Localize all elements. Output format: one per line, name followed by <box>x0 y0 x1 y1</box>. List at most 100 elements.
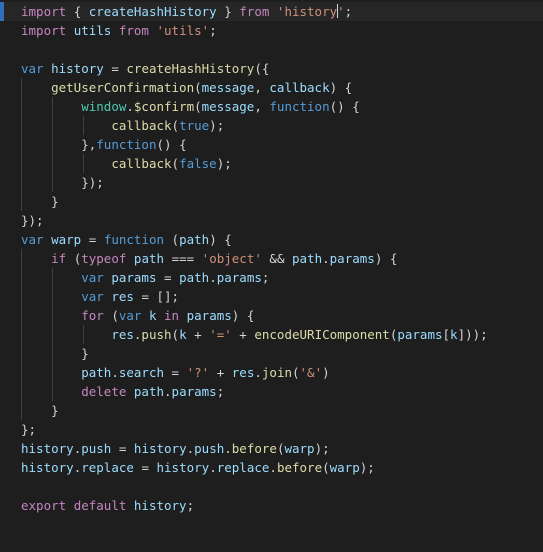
code-token: () { <box>329 99 360 114</box>
code-token: callback <box>111 156 172 171</box>
code-token: '=' <box>209 327 232 342</box>
code-token: ) { <box>374 251 398 266</box>
code-token: . <box>186 441 195 456</box>
code-line[interactable]: var params = path.params; <box>0 268 543 287</box>
code-token: window <box>81 99 127 114</box>
code-line[interactable]: path.search = '?' + res.join('&') <box>0 363 543 382</box>
code-token: message <box>201 99 255 114</box>
code-editor[interactable]: import { createHashHistory } from 'histo… <box>0 0 543 552</box>
code-line[interactable]: window.$confirm(message, function() { <box>0 97 543 116</box>
code-token: ); <box>216 156 232 171</box>
code-line[interactable]: if (typeof path === 'object' && path.par… <box>0 249 543 268</box>
code-token: var <box>118 308 142 323</box>
code-token: createHashHistory <box>88 4 217 19</box>
code-line[interactable]: callback(false); <box>0 154 543 173</box>
code-line[interactable]: import { createHashHistory } from 'histo… <box>0 2 543 21</box>
code-token: warp <box>51 232 82 247</box>
code-token: ) { <box>231 308 255 323</box>
code-token: '&' <box>299 365 323 380</box>
code-token: function <box>103 232 165 247</box>
code-token: () { <box>156 137 187 152</box>
indent-guides <box>0 192 543 211</box>
code-token: , <box>254 80 270 95</box>
code-token: ) { <box>329 80 353 95</box>
code-token: params <box>186 308 232 323</box>
code-line[interactable]: } <box>0 344 543 363</box>
code-line[interactable]: res.push(k + '=' + encodeURIComponent(pa… <box>0 325 543 344</box>
code-token: callback <box>111 118 172 133</box>
code-line[interactable]: history.push = history.push.before(warp)… <box>0 439 543 458</box>
code-token: . <box>164 384 172 399</box>
code-token: path <box>179 270 210 285</box>
code-token: in <box>164 308 180 323</box>
code-token: = <box>141 460 149 475</box>
code-token: ' <box>337 4 345 19</box>
code-line[interactable]: import utils from 'utils'; <box>0 21 543 40</box>
code-token: replace <box>216 460 270 475</box>
code-line[interactable]: var res = []; <box>0 287 543 306</box>
code-token: 'history <box>276 4 338 19</box>
code-token: = <box>171 365 180 380</box>
code-line[interactable]: } <box>0 192 543 211</box>
code-token: replace <box>81 460 134 475</box>
code-token: ( <box>164 232 180 247</box>
code-token: } <box>81 346 89 361</box>
code-line[interactable]: delete path.params; <box>0 382 543 401</box>
code-token: . <box>322 251 330 266</box>
code-token: ) <box>322 365 330 380</box>
code-token: true <box>179 118 210 133</box>
code-token: }, <box>81 137 97 152</box>
code-token: path <box>81 365 112 380</box>
code-token: k <box>450 327 458 342</box>
code-token: ( <box>171 118 180 133</box>
code-token: path <box>133 384 165 399</box>
code-line[interactable]: }); <box>0 173 543 192</box>
code-line[interactable]: for (var k in params) { <box>0 306 543 325</box>
code-line[interactable]: }); <box>0 211 543 230</box>
code-line[interactable]: callback(true); <box>0 116 543 135</box>
code-token: , <box>254 99 270 114</box>
code-line[interactable]: var history = createHashHistory({ <box>0 59 543 78</box>
code-token: ( <box>103 308 119 323</box>
code-line[interactable]: export default history; <box>0 496 543 515</box>
code-token: . <box>269 460 277 475</box>
code-token: ])); <box>457 327 488 342</box>
code-line[interactable]: } <box>0 401 543 420</box>
code-token: from <box>239 4 270 19</box>
code-line[interactable]: var warp = function (path) { <box>0 230 543 249</box>
code-line[interactable] <box>0 40 543 59</box>
code-token: res <box>111 289 134 304</box>
code-token: encodeURIComponent <box>254 327 390 342</box>
code-token: === <box>171 251 195 266</box>
code-token: before <box>231 441 277 456</box>
current-line-marker <box>0 2 4 21</box>
code-token: . <box>224 441 232 456</box>
code-token: . <box>209 270 217 285</box>
code-token: warp <box>329 460 360 475</box>
code-token: params <box>397 327 443 342</box>
code-line[interactable]: history.replace = history.replace.before… <box>0 458 543 477</box>
code-content-area[interactable]: import { createHashHistory } from 'histo… <box>0 2 543 552</box>
code-token: utils <box>73 23 112 38</box>
code-line[interactable]: getUserConfirmation(message, callback) { <box>0 78 543 97</box>
code-line[interactable]: },function() { <box>0 135 543 154</box>
code-line[interactable] <box>0 477 543 496</box>
code-token: history <box>51 61 104 76</box>
code-line[interactable]: }; <box>0 420 543 439</box>
